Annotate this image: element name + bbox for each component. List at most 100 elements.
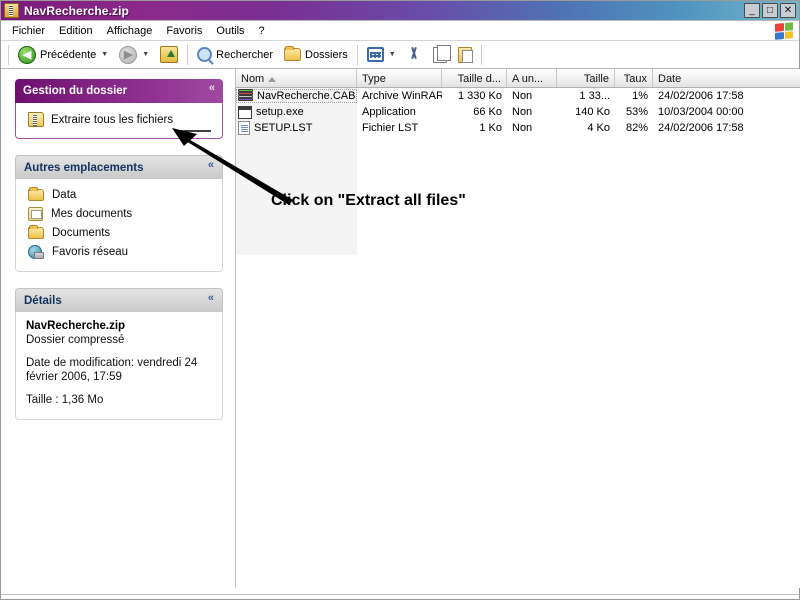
extract-all-files-link[interactable]: Extraire tous les fichiers bbox=[24, 110, 214, 129]
file-type-cell: Archive WinRAR bbox=[362, 90, 442, 102]
file-list-pane[interactable]: Nom Type Taille d... A un... Taille Taux bbox=[235, 69, 800, 588]
up-folder-icon bbox=[160, 46, 179, 63]
file-packed-size-cell: 1 330 Ko bbox=[457, 90, 502, 102]
panel-details-header[interactable]: Détails « bbox=[15, 288, 223, 312]
views-button[interactable]: ▼ bbox=[362, 43, 401, 67]
menu-bar: Fichier Edition Affichage Favoris Outils… bbox=[1, 21, 799, 41]
column-header-taille-decompressee[interactable]: Taille d... bbox=[442, 69, 507, 87]
title-bar: NavRecherche.zip _ □ ✕ bbox=[1, 1, 799, 21]
panel-folder-tasks-header[interactable]: Gestion du dossier « bbox=[15, 79, 223, 103]
zip-folder-icon bbox=[4, 3, 19, 18]
file-type-cell: Application bbox=[362, 106, 416, 118]
maximize-button[interactable]: □ bbox=[762, 3, 778, 18]
file-date-cell: 10/03/2004 00:00 bbox=[658, 106, 744, 118]
panel-other-places-body: Data Mes documents Documents Favoris rés… bbox=[15, 179, 223, 272]
toolbar-separator-3 bbox=[480, 44, 482, 65]
column-header-taille-decompressee-label: Taille d... bbox=[457, 73, 501, 85]
forward-button[interactable]: ▶ ▼ bbox=[114, 43, 154, 67]
toolbar-separator-1 bbox=[187, 44, 189, 65]
menu-item-favoris[interactable]: Favoris bbox=[159, 23, 209, 39]
panel-other-places-header[interactable]: Autres emplacements « bbox=[15, 155, 223, 179]
cut-button[interactable] bbox=[402, 43, 427, 67]
file-ratio-cell: 1% bbox=[632, 90, 648, 102]
table-row[interactable]: NavRecherche.CAB Archive WinRAR 1 330 Ko… bbox=[236, 88, 800, 104]
column-header-a-un-mot-de-passe[interactable]: A un... bbox=[507, 69, 557, 87]
file-name-cell[interactable]: setup.exe bbox=[236, 105, 357, 119]
details-modified-line1: Date de modification: vendredi 24 bbox=[26, 357, 198, 369]
status-bar bbox=[1, 594, 799, 599]
menu-item-fichier[interactable]: Fichier bbox=[5, 23, 52, 39]
file-type-cell: Fichier LST bbox=[362, 122, 419, 134]
minimize-button[interactable]: _ bbox=[744, 3, 760, 18]
table-row[interactable]: setup.exe Application 66 Ko Non 140 Ko 5… bbox=[236, 104, 800, 120]
windows-flag-logo bbox=[775, 22, 793, 40]
close-button[interactable]: ✕ bbox=[780, 3, 796, 18]
column-header-date[interactable]: Date bbox=[653, 69, 800, 87]
back-arrow-icon: ◀ bbox=[18, 45, 36, 64]
column-header-date-label: Date bbox=[658, 73, 682, 85]
toolbar-separator-2 bbox=[356, 44, 358, 65]
paste-icon bbox=[457, 46, 473, 63]
panel-other-places-title: Autres emplacements bbox=[24, 161, 144, 174]
folder-icon bbox=[284, 46, 301, 61]
copy-button[interactable] bbox=[428, 43, 452, 67]
menu-item-edition[interactable]: Edition bbox=[52, 23, 100, 39]
place-item-label: Documents bbox=[52, 227, 111, 239]
file-name-cell[interactable]: SETUP.LST bbox=[236, 121, 357, 135]
details-size: Taille : 1,36 Mo bbox=[26, 394, 104, 406]
window-title: NavRecherche.zip bbox=[24, 3, 129, 18]
table-row[interactable]: SETUP.LST Fichier LST 1 Ko Non 4 Ko 82% … bbox=[236, 120, 800, 136]
place-item-mes-documents[interactable]: Mes documents bbox=[24, 204, 214, 224]
file-packed-size-cell: 66 Ko bbox=[473, 106, 502, 118]
panel-other-places: Autres emplacements « Data Mes documents… bbox=[15, 155, 223, 272]
menu-item-help[interactable]: ? bbox=[252, 23, 272, 39]
panel-folder-tasks: Gestion du dossier « Extraire tous les f… bbox=[15, 79, 223, 139]
column-header-taux[interactable]: Taux bbox=[615, 69, 653, 87]
lst-file-icon bbox=[238, 121, 250, 135]
zip-extract-icon bbox=[28, 112, 44, 127]
menu-item-outils[interactable]: Outils bbox=[209, 23, 251, 39]
chevron-up-icon[interactable]: « bbox=[208, 293, 214, 304]
forward-dropdown-icon[interactable]: ▼ bbox=[142, 51, 149, 58]
place-item-data[interactable]: Data bbox=[24, 186, 214, 204]
back-button[interactable]: ◀ Précédente ▼ bbox=[13, 43, 113, 67]
back-dropdown-icon[interactable]: ▼ bbox=[101, 51, 108, 58]
cab-archive-icon bbox=[238, 89, 253, 103]
panel-details-body: NavRecherche.zip Dossier compressé Date … bbox=[15, 312, 223, 420]
annotation-label: Click on "Extract all files" bbox=[271, 192, 466, 209]
column-header-nom-label: Nom bbox=[241, 73, 265, 85]
place-item-label: Data bbox=[52, 189, 77, 201]
column-header-taille-label: Taille bbox=[583, 73, 609, 85]
up-button[interactable] bbox=[155, 43, 183, 67]
menu-item-affichage[interactable]: Affichage bbox=[100, 23, 160, 39]
panel-folder-tasks-body: Extraire tous les fichiers bbox=[15, 103, 223, 139]
chevron-up-icon[interactable]: « bbox=[209, 83, 215, 94]
place-item-favoris-reseau[interactable]: Favoris réseau bbox=[24, 242, 214, 262]
file-ratio-cell: 82% bbox=[625, 122, 648, 134]
folders-label: Dossiers bbox=[305, 48, 348, 61]
paste-button[interactable] bbox=[453, 43, 477, 67]
views-icon bbox=[366, 47, 384, 62]
column-header-nom[interactable]: Nom bbox=[236, 69, 357, 87]
chevron-up-icon[interactable]: « bbox=[208, 160, 214, 171]
views-dropdown-icon[interactable]: ▼ bbox=[389, 51, 396, 58]
file-name-cell[interactable]: NavRecherche.CAB bbox=[236, 89, 357, 103]
details-file-name: NavRecherche.zip bbox=[26, 320, 126, 332]
search-label: Rechercher bbox=[216, 48, 273, 61]
explorer-body: Gestion du dossier « Extraire tous les f… bbox=[1, 69, 800, 588]
file-name-label: setup.exe bbox=[256, 106, 304, 118]
place-item-label: Mes documents bbox=[51, 208, 133, 220]
file-password-cell: Non bbox=[512, 122, 533, 134]
file-size-cell: 1 33... bbox=[579, 90, 610, 102]
forward-arrow-icon: ▶ bbox=[119, 45, 138, 64]
window-controls: _ □ ✕ bbox=[744, 3, 796, 18]
column-header-type[interactable]: Type bbox=[357, 69, 442, 87]
file-size-cell: 140 Ko bbox=[575, 106, 610, 118]
column-header-taille[interactable]: Taille bbox=[557, 69, 615, 87]
folders-button[interactable]: Dossiers bbox=[279, 43, 353, 67]
search-icon bbox=[197, 47, 213, 62]
application-exe-icon bbox=[238, 105, 252, 119]
search-button[interactable]: Rechercher bbox=[192, 43, 278, 67]
place-item-documents[interactable]: Documents bbox=[24, 224, 214, 242]
toolbar: ◀ Précédente ▼ ▶ ▼ Rechercher Dossiers ▼ bbox=[1, 41, 799, 69]
